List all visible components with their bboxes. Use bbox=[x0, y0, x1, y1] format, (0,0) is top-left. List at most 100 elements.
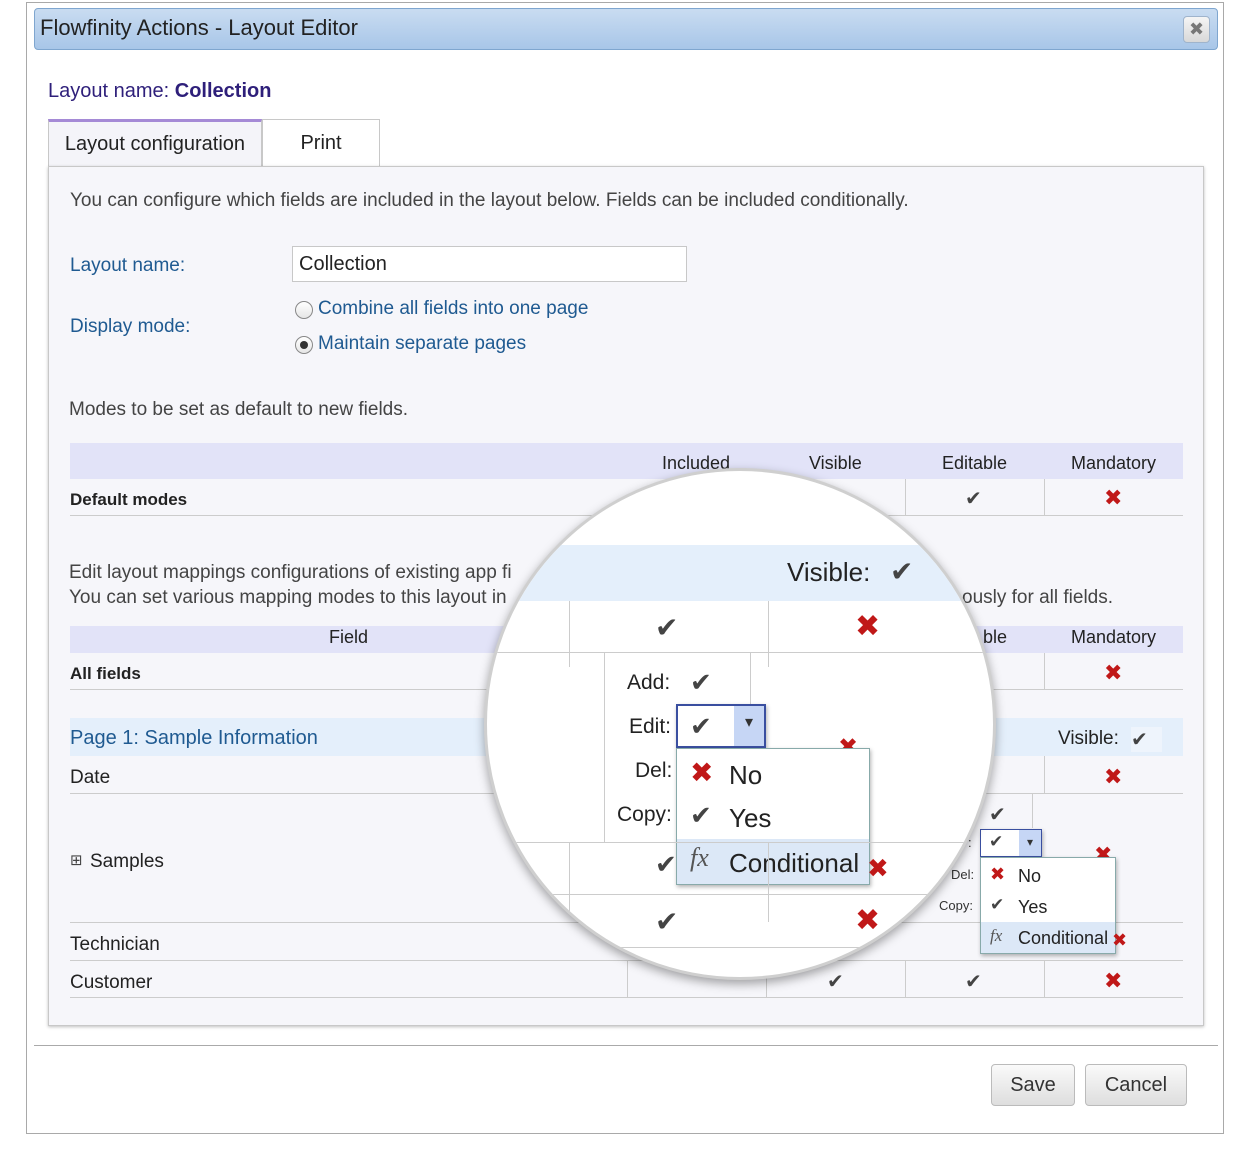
row-technician-label: Technician bbox=[70, 934, 160, 955]
fx-icon: fx bbox=[690, 843, 709, 872]
mappings-text-1: Edit layout mappings configurations of e… bbox=[69, 562, 512, 583]
layout-name-label: Layout name: bbox=[70, 255, 186, 276]
defaults-header-mandatory: Mandatory bbox=[1071, 453, 1157, 473]
defaults-header-row bbox=[70, 443, 1183, 479]
divider bbox=[768, 601, 769, 667]
mag-del-label: Del: bbox=[635, 759, 673, 782]
radio-separate-label[interactable]: Maintain separate pages bbox=[318, 333, 526, 355]
option-label: Yes bbox=[729, 803, 772, 833]
save-label: Save bbox=[1010, 1073, 1056, 1096]
page-visible-check-icon[interactable]: ✔ bbox=[1131, 727, 1162, 752]
date-mandatory-cross-icon[interactable]: ✖ bbox=[1104, 764, 1122, 790]
cancel-button[interactable]: Cancel bbox=[1085, 1064, 1187, 1106]
tab-print[interactable]: Print bbox=[262, 119, 380, 167]
radio-combine-fields[interactable] bbox=[295, 301, 313, 319]
mag-option-conditional[interactable]: fx Conditional bbox=[677, 839, 869, 884]
samples-add-check-icon[interactable]: ✔ bbox=[989, 802, 1006, 827]
divider bbox=[487, 947, 993, 948]
mag-option-no[interactable]: ✖ No bbox=[677, 751, 869, 795]
layout-name-input[interactable]: Collection bbox=[292, 246, 687, 282]
samples-expand-icon[interactable]: ⊞ bbox=[70, 851, 83, 869]
customer-mandatory-cross-icon[interactable]: ✖ bbox=[1104, 968, 1122, 994]
footer-divider bbox=[34, 1045, 1218, 1046]
customer-visible-check-icon[interactable]: ✔ bbox=[827, 969, 844, 994]
tab-layout-configuration[interactable]: Layout configuration bbox=[48, 119, 262, 167]
x-icon: ✖ bbox=[990, 864, 1006, 884]
mag-option-yes[interactable]: ✔ Yes bbox=[677, 795, 869, 839]
small-option-no[interactable]: ✖ No bbox=[981, 861, 1115, 891]
mappings-text-2: You can set various mapping modes to thi… bbox=[69, 587, 507, 608]
mag-visible-check-icon[interactable]: ✔ bbox=[890, 555, 913, 588]
divider bbox=[1044, 961, 1045, 998]
mappings-header-editable: ble bbox=[983, 627, 1008, 647]
mag-page-bar bbox=[487, 545, 993, 601]
small-copy-label: Copy: bbox=[939, 898, 973, 913]
mag-dropdown-menu: ✖ No ✔ Yes fx Conditional bbox=[676, 748, 870, 885]
close-button[interactable]: ✖ bbox=[1183, 16, 1210, 43]
option-label: Yes bbox=[1018, 897, 1048, 917]
mag-copy-label: Copy: bbox=[617, 803, 672, 826]
row-date-label: Date bbox=[70, 767, 111, 788]
mag-samples-cross-icon[interactable]: ✖ bbox=[867, 853, 889, 884]
mag-row-cross-icon[interactable]: ✖ bbox=[855, 903, 880, 938]
row-customer-label: Customer bbox=[70, 972, 153, 993]
divider bbox=[487, 652, 993, 653]
small-option-yes[interactable]: ✔ Yes bbox=[981, 892, 1115, 922]
fx-icon: fx bbox=[990, 926, 1003, 945]
defaults-header-visible: Visible bbox=[809, 453, 862, 473]
default-modes-label: Default modes bbox=[70, 490, 188, 509]
divider bbox=[627, 961, 628, 998]
divider bbox=[905, 479, 906, 516]
mappings-header-field: Field bbox=[329, 627, 369, 647]
layout-name-heading-label: Layout name: bbox=[48, 80, 170, 102]
divider bbox=[750, 652, 751, 712]
close-icon: ✖ bbox=[1188, 19, 1205, 39]
default-editable-check-icon[interactable]: ✔ bbox=[965, 486, 982, 511]
mappings-header-mandatory: Mandatory bbox=[1071, 627, 1157, 647]
divider bbox=[604, 652, 605, 842]
mag-add-label: Add: bbox=[627, 671, 671, 694]
default-mandatory-cross-icon[interactable]: ✖ bbox=[1104, 485, 1122, 511]
mag-samples-check-icon[interactable]: ✔ bbox=[655, 849, 677, 880]
defaults-text: Modes to be set as default to new fields… bbox=[69, 399, 409, 420]
all-fields-label: All fields bbox=[70, 664, 141, 683]
check-icon: ✔ bbox=[690, 800, 712, 830]
divider bbox=[1044, 653, 1045, 690]
row-samples-label: Samples bbox=[90, 851, 164, 872]
mag-included-check-icon[interactable]: ✔ bbox=[655, 611, 678, 644]
layout-name-heading-value: Collection bbox=[174, 80, 272, 102]
radio-separate-pages[interactable] bbox=[295, 336, 313, 354]
divider bbox=[487, 842, 993, 843]
divider bbox=[1032, 794, 1033, 828]
mag-visible-label: Visible: bbox=[787, 557, 871, 587]
option-label: Conditional bbox=[729, 848, 860, 878]
option-label: No bbox=[729, 760, 763, 790]
page-section-label: Page 1: Sample Information bbox=[70, 727, 318, 749]
small-edit-select[interactable]: ✔ ▾ bbox=[980, 829, 1042, 857]
option-label: Conditional bbox=[1018, 928, 1109, 948]
mag-visible-cross-icon[interactable]: ✖ bbox=[855, 609, 880, 644]
option-label: No bbox=[1018, 866, 1042, 886]
divider bbox=[70, 997, 1183, 998]
divider bbox=[1044, 756, 1045, 794]
defaults-header-editable: Editable bbox=[942, 453, 1008, 473]
customer-editable-check-icon[interactable]: ✔ bbox=[965, 969, 982, 994]
mag-row-check-icon[interactable]: ✔ bbox=[655, 905, 678, 938]
mag-edit-select[interactable]: ✔ ▾ bbox=[676, 704, 766, 748]
divider bbox=[569, 842, 570, 922]
mag-add-check-icon[interactable]: ✔ bbox=[690, 667, 712, 698]
technician-mandatory-cross-icon[interactable]: ✖ bbox=[1112, 930, 1127, 951]
small-del-label: Del: bbox=[951, 867, 975, 882]
radio-combine-label[interactable]: Combine all fields into one page bbox=[318, 298, 588, 320]
mag-edit-check-icon: ✔ bbox=[690, 711, 712, 741]
small-dropdown-menu: ✖ No ✔ Yes fx Conditional bbox=[980, 857, 1116, 954]
small-option-conditional[interactable]: fx Conditional bbox=[981, 922, 1115, 953]
save-button[interactable]: Save bbox=[991, 1064, 1075, 1106]
all-fields-mandatory-cross-icon[interactable]: ✖ bbox=[1104, 660, 1122, 686]
magnifier-lens: Visible: ✔ ✔ ✖ Add: ✔ Edit: ✔ ▾ ✖ Del: C… bbox=[484, 468, 996, 980]
tab-label: Layout configuration bbox=[64, 133, 246, 155]
chevron-down-icon[interactable]: ▾ bbox=[1019, 830, 1041, 856]
mag-edit-label: Edit: bbox=[629, 715, 672, 738]
chevron-down-icon[interactable]: ▾ bbox=[734, 706, 764, 746]
page-visible-label: Visible: bbox=[1058, 728, 1119, 749]
